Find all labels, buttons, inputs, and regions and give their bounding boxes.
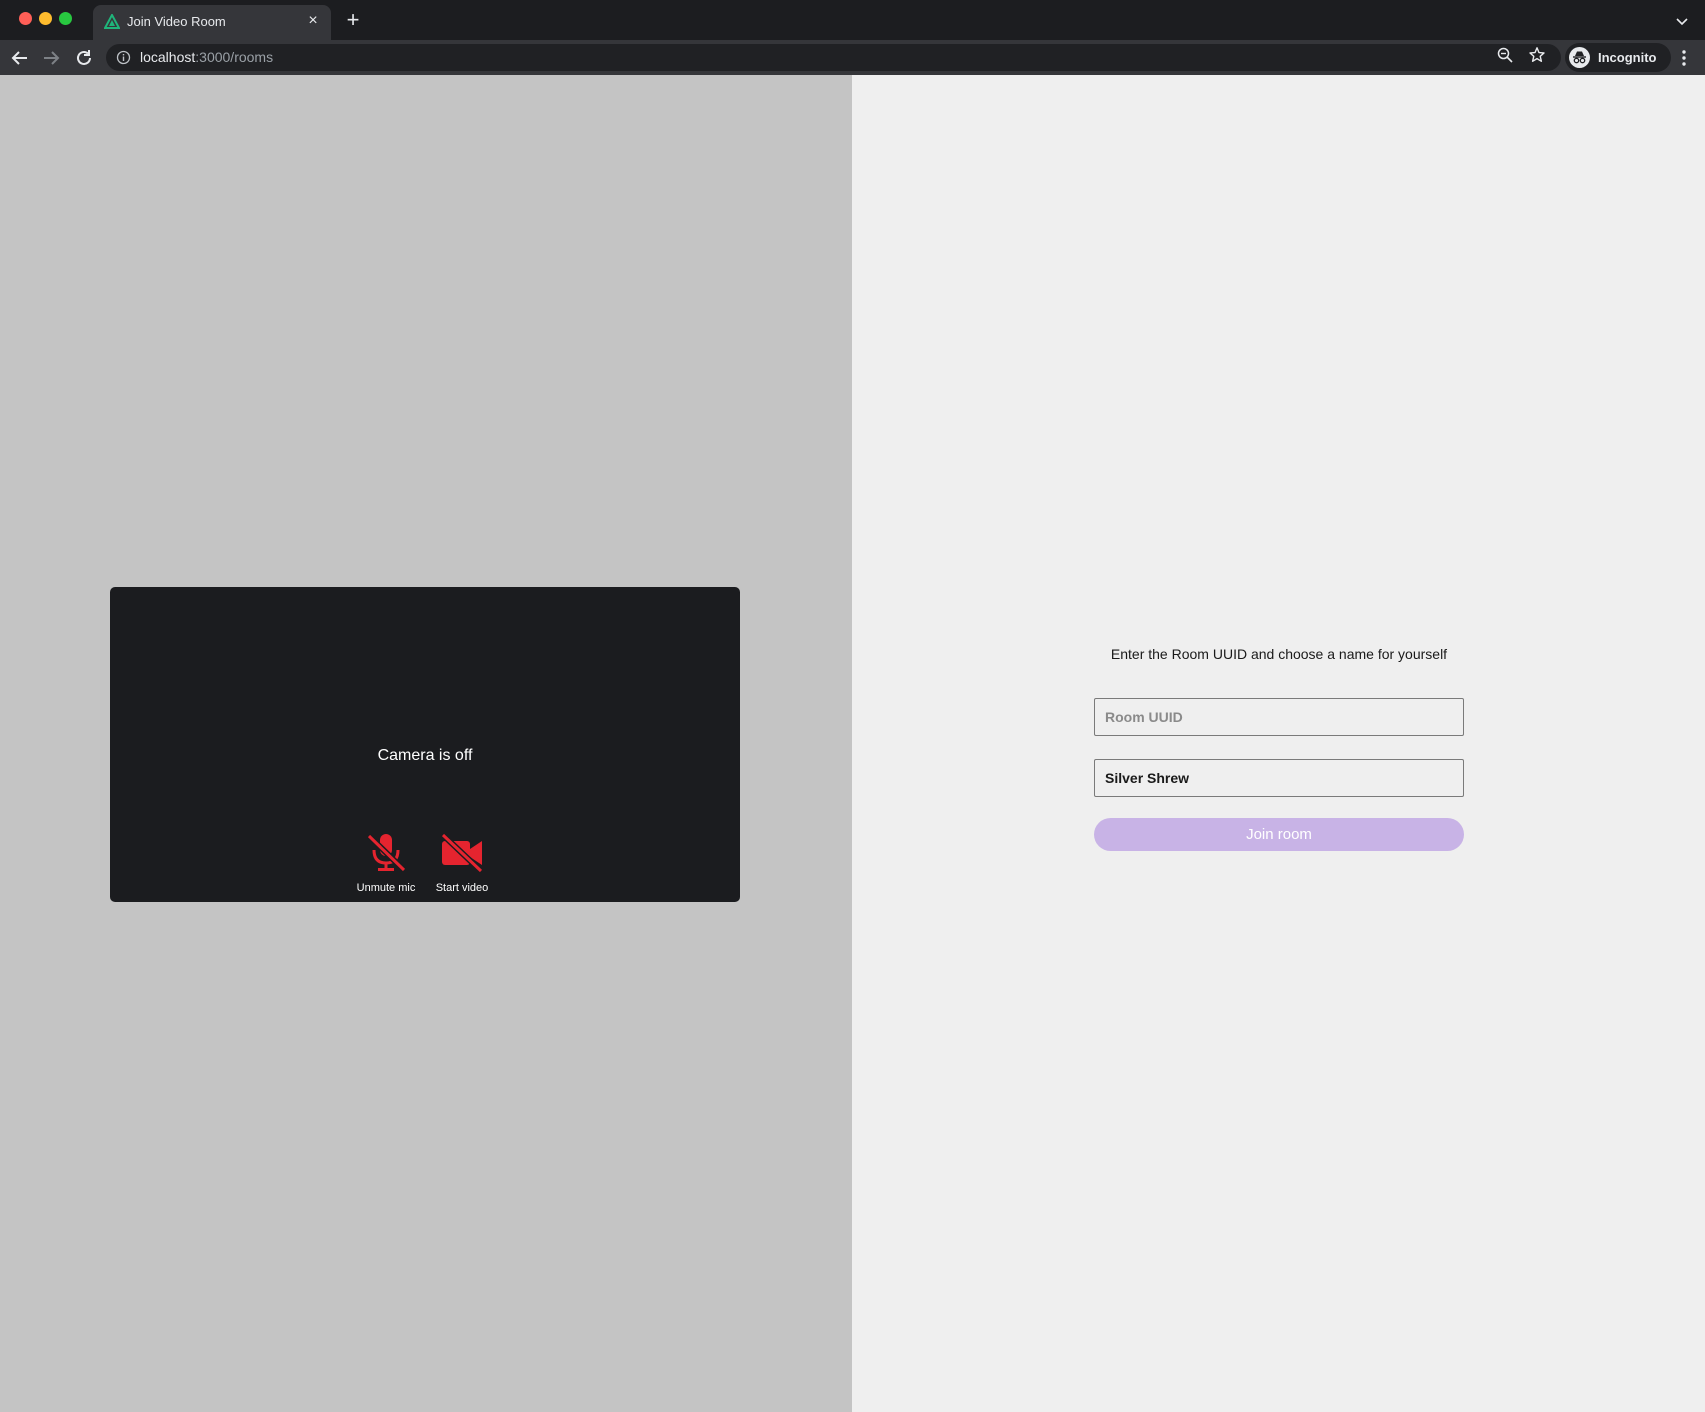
zoom-icon[interactable] <box>1496 46 1514 64</box>
minimize-window-button[interactable] <box>39 12 52 25</box>
camera-status-text: Camera is off <box>377 747 473 764</box>
form-instructions: Enter the Room UUID and choose a name fo… <box>1110 646 1448 662</box>
incognito-label: Incognito <box>1598 50 1657 65</box>
forward-arrow-icon[interactable] <box>39 46 63 70</box>
app-logo-icon <box>104 14 120 29</box>
page-content: Camera is off Unmute mic Start video Ent… <box>0 75 1705 1412</box>
tab-search-chevron-icon[interactable] <box>1670 11 1694 31</box>
url-host: localhost <box>140 49 196 65</box>
room-uuid-input[interactable] <box>1094 698 1464 736</box>
browser-toolbar: localhost:3000/rooms Incognito <box>0 40 1705 75</box>
tab-strip: Join Video Room × + <box>0 0 1705 40</box>
address-bar[interactable]: localhost:3000/rooms <box>106 44 1561 71</box>
video-off-icon <box>440 832 484 874</box>
back-arrow-icon[interactable] <box>8 46 32 70</box>
incognito-icon <box>1569 47 1590 68</box>
maximize-window-button[interactable] <box>59 12 72 25</box>
start-video-label: Start video <box>435 882 489 894</box>
new-tab-button[interactable]: + <box>341 9 365 33</box>
unmute-mic-label: Unmute mic <box>356 882 416 894</box>
mic-off-icon <box>366 833 407 873</box>
unmute-mic-button[interactable]: Unmute mic <box>350 832 422 898</box>
site-info-icon[interactable] <box>116 50 131 65</box>
join-form-pane: Enter the Room UUID and choose a name fo… <box>852 75 1705 1412</box>
reload-icon[interactable] <box>72 46 96 70</box>
browser-menu-icon[interactable] <box>1676 46 1692 70</box>
start-video-button[interactable]: Start video <box>426 832 498 898</box>
display-name-input[interactable] <box>1094 759 1464 797</box>
join-room-button[interactable]: Join room <box>1094 818 1464 851</box>
bookmark-star-icon[interactable] <box>1528 46 1546 64</box>
tab-close-button[interactable]: × <box>303 11 323 31</box>
browser-window: Join Video Room × + localhost:3000/rooms <box>0 0 1705 1412</box>
tab-join-video-room[interactable]: Join Video Room × <box>93 5 331 40</box>
preview-pane: Camera is off Unmute mic Start video <box>0 75 852 1412</box>
url-text: localhost:3000/rooms <box>140 49 273 66</box>
url-path: :3000/rooms <box>195 49 274 65</box>
tab-title: Join Video Room <box>127 14 226 29</box>
incognito-profile-button[interactable]: Incognito <box>1565 43 1671 72</box>
close-window-button[interactable] <box>19 12 32 25</box>
camera-preview: Camera is off Unmute mic Start video <box>110 587 740 902</box>
